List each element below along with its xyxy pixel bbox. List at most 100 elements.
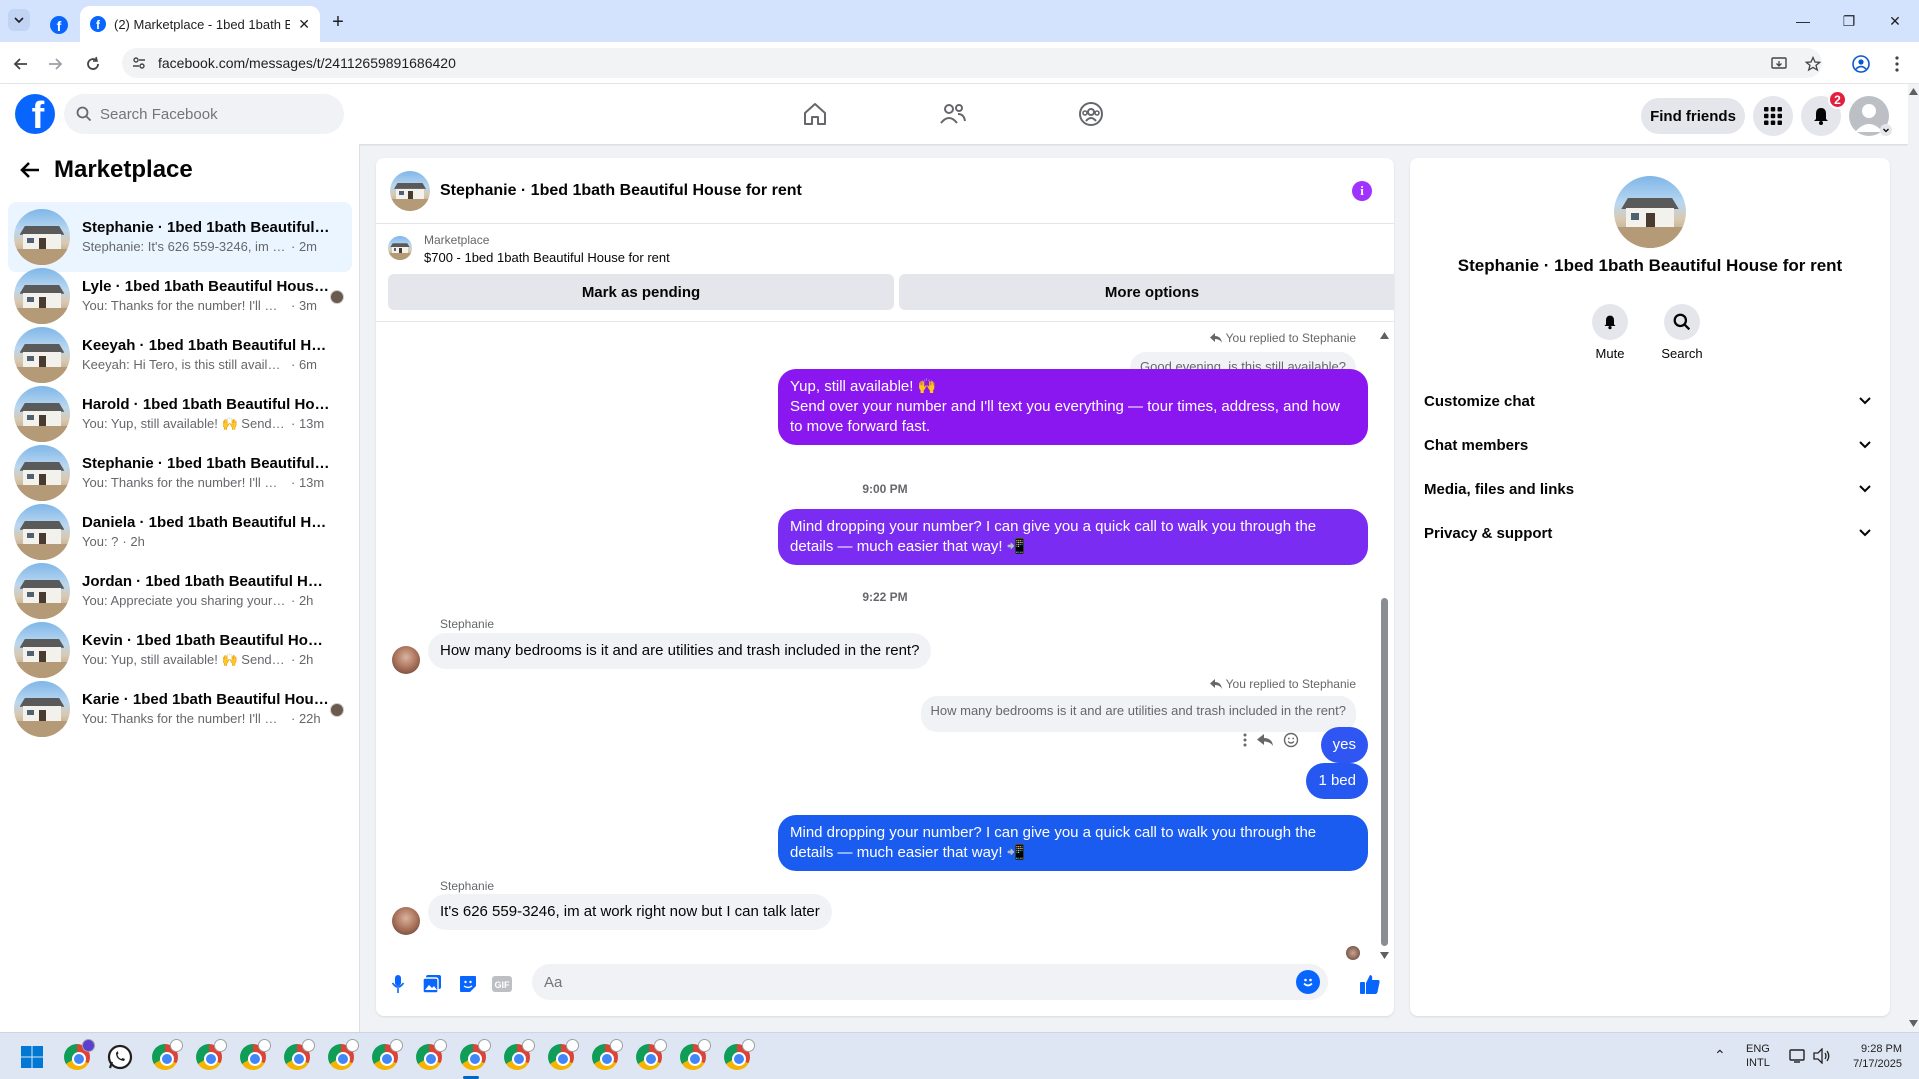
minimize-button[interactable]: —: [1780, 8, 1826, 34]
chat-scrollbar[interactable]: [1378, 330, 1390, 959]
taskbar-chrome-app[interactable]: [61, 1039, 95, 1073]
emoji-icon[interactable]: [1296, 970, 1320, 994]
conversation-item[interactable]: Karie · 1bed 1bath Beautiful House for r…: [8, 674, 352, 744]
taskbar-chrome-window[interactable]: [501, 1039, 535, 1073]
listing-item-title[interactable]: $700 - 1bed 1bath Beautiful House for re…: [424, 250, 670, 265]
message-outgoing[interactable]: Mind dropping your number? I can give yo…: [778, 815, 1368, 871]
taskbar-chrome-window[interactable]: [545, 1039, 579, 1073]
message-input[interactable]: [532, 964, 1328, 1000]
like-icon[interactable]: [1358, 972, 1382, 996]
site-settings-icon[interactable]: [132, 56, 146, 70]
taskbar-chrome-window[interactable]: [237, 1039, 271, 1073]
search-icon: [1664, 304, 1700, 340]
back-arrow-icon[interactable]: [20, 161, 40, 179]
reply-icon: [1209, 679, 1222, 689]
taskbar-chrome-window[interactable]: [457, 1039, 491, 1073]
conversation-name: Kevin · 1bed 1bath Beautiful House for r…: [82, 632, 332, 649]
tab-marketplace[interactable]: f (2) Marketplace - 1bed 1bath B ✕: [80, 6, 320, 42]
message-thread[interactable]: You replied to Stephanie Good evening, i…: [376, 322, 1394, 960]
search-in-conversation-button[interactable]: Search: [1652, 304, 1712, 361]
message-outgoing[interactable]: 1 bed: [1306, 763, 1368, 799]
quoted-message[interactable]: How many bedrooms is it and are utilitie…: [920, 696, 1356, 732]
info-icon[interactable]: i: [1352, 181, 1372, 201]
install-app-icon[interactable]: [1768, 53, 1790, 75]
new-tab-button[interactable]: +: [326, 10, 350, 34]
taskbar-chrome-window[interactable]: [677, 1039, 711, 1073]
nav-friends[interactable]: [903, 88, 1003, 140]
scroll-down-icon[interactable]: [1909, 1020, 1918, 1027]
account-chevron-icon[interactable]: [1880, 124, 1892, 136]
browser-menu-icon[interactable]: [1886, 53, 1908, 75]
react-icon[interactable]: [1283, 732, 1299, 748]
media-files-links-row[interactable]: Media, files and links: [1424, 469, 1878, 509]
search-box[interactable]: [64, 94, 344, 134]
conversation-name: Stephanie · 1bed 1bath Beautiful House f…: [82, 219, 332, 236]
message-outgoing[interactable]: Mind dropping your number? I can give yo…: [778, 509, 1368, 565]
message-incoming[interactable]: How many bedrooms is it and are utilitie…: [428, 633, 932, 669]
tab-facebook-pinned[interactable]: f: [40, 8, 78, 42]
network-icon[interactable]: [1788, 1047, 1808, 1065]
reload-button[interactable]: [80, 51, 106, 77]
taskbar-chrome-window[interactable]: [633, 1039, 667, 1073]
windows-taskbar: ⌃ ENG INTL 9:28 PM 7/17/2025: [0, 1032, 1919, 1079]
customize-chat-row[interactable]: Customize chat: [1424, 381, 1878, 421]
taskbar-chrome-window[interactable]: [369, 1039, 403, 1073]
chat-header[interactable]: Stephanie · 1bed 1bath Beautiful House f…: [376, 158, 1394, 224]
bookmark-star-icon[interactable]: [1802, 53, 1824, 75]
close-tab-icon[interactable]: ✕: [298, 16, 310, 33]
listing-thumbnail-large[interactable]: [1614, 176, 1686, 248]
volume-icon[interactable]: [1812, 1047, 1832, 1065]
address-bar[interactable]: facebook.com/messages/t/2411265989168642…: [122, 48, 1822, 78]
sticker-icon[interactable]: [456, 972, 480, 996]
menu-button[interactable]: [1753, 96, 1793, 136]
message-incoming[interactable]: It's 626 559-3246, im at work right now …: [428, 894, 832, 930]
more-icon[interactable]: [1243, 733, 1247, 747]
more-options-button[interactable]: More options: [899, 274, 1394, 310]
taskbar-chrome-window[interactable]: [281, 1039, 315, 1073]
taskbar-chrome-window[interactable]: [413, 1039, 447, 1073]
chat-scroll-thumb[interactable]: [1381, 598, 1388, 946]
tab-search-button[interactable]: [8, 9, 30, 31]
mic-icon[interactable]: [386, 972, 410, 996]
sender-avatar[interactable]: [392, 646, 420, 674]
privacy-support-row[interactable]: Privacy & support: [1424, 513, 1878, 553]
mark-as-pending-button[interactable]: Mark as pending: [388, 274, 894, 310]
facebook-logo[interactable]: f: [15, 94, 55, 134]
mute-button[interactable]: Mute: [1580, 304, 1640, 361]
taskbar-chrome-window[interactable]: [193, 1039, 227, 1073]
reply-note: You replied to Stephanie: [1209, 677, 1356, 691]
scroll-up-icon[interactable]: [1380, 332, 1389, 339]
taskbar-chrome-window[interactable]: [721, 1039, 755, 1073]
forward-button[interactable]: [42, 51, 68, 77]
gif-icon[interactable]: GIF: [490, 972, 514, 996]
taskbar-chrome-window[interactable]: [325, 1039, 359, 1073]
back-button[interactable]: [8, 51, 34, 77]
message-outgoing[interactable]: Yup, still available! 🙌 Send over your n…: [778, 369, 1368, 445]
system-clock[interactable]: 9:28 PM 7/17/2025: [1842, 1042, 1902, 1072]
photo-icon[interactable]: [420, 972, 444, 996]
menu-grid-icon: [1764, 107, 1782, 125]
taskbar-chrome-window[interactable]: [149, 1039, 183, 1073]
chat-members-row[interactable]: Chat members: [1424, 425, 1878, 465]
restore-button[interactable]: ❐: [1826, 8, 1872, 34]
message-outgoing[interactable]: yes: [1320, 727, 1368, 763]
nav-home[interactable]: [765, 88, 865, 140]
tray-overflow-icon[interactable]: ⌃: [1714, 1047, 1726, 1064]
chevron-down-icon: [1859, 529, 1871, 537]
page-scrollbar[interactable]: [1908, 84, 1919, 1032]
nav-groups[interactable]: [1041, 88, 1141, 140]
conversation-preview: You: Thanks for the number! I'll message…: [82, 298, 287, 313]
listing-thumbnail-small[interactable]: [388, 236, 412, 260]
reply-icon: [1209, 333, 1222, 343]
close-window-button[interactable]: ✕: [1872, 8, 1918, 34]
sender-avatar[interactable]: [392, 907, 420, 935]
scroll-up-icon[interactable]: [1909, 88, 1918, 95]
search-input[interactable]: [100, 105, 320, 123]
taskbar-chrome-window[interactable]: [589, 1039, 623, 1073]
profile-icon[interactable]: [1850, 53, 1872, 75]
find-friends-button[interactable]: Find friends: [1641, 98, 1745, 134]
taskbar-whatsapp-app[interactable]: [104, 1041, 136, 1073]
language-indicator[interactable]: ENG INTL: [1746, 1042, 1770, 1070]
start-button[interactable]: [16, 1041, 48, 1073]
reply-icon[interactable]: [1257, 733, 1273, 747]
